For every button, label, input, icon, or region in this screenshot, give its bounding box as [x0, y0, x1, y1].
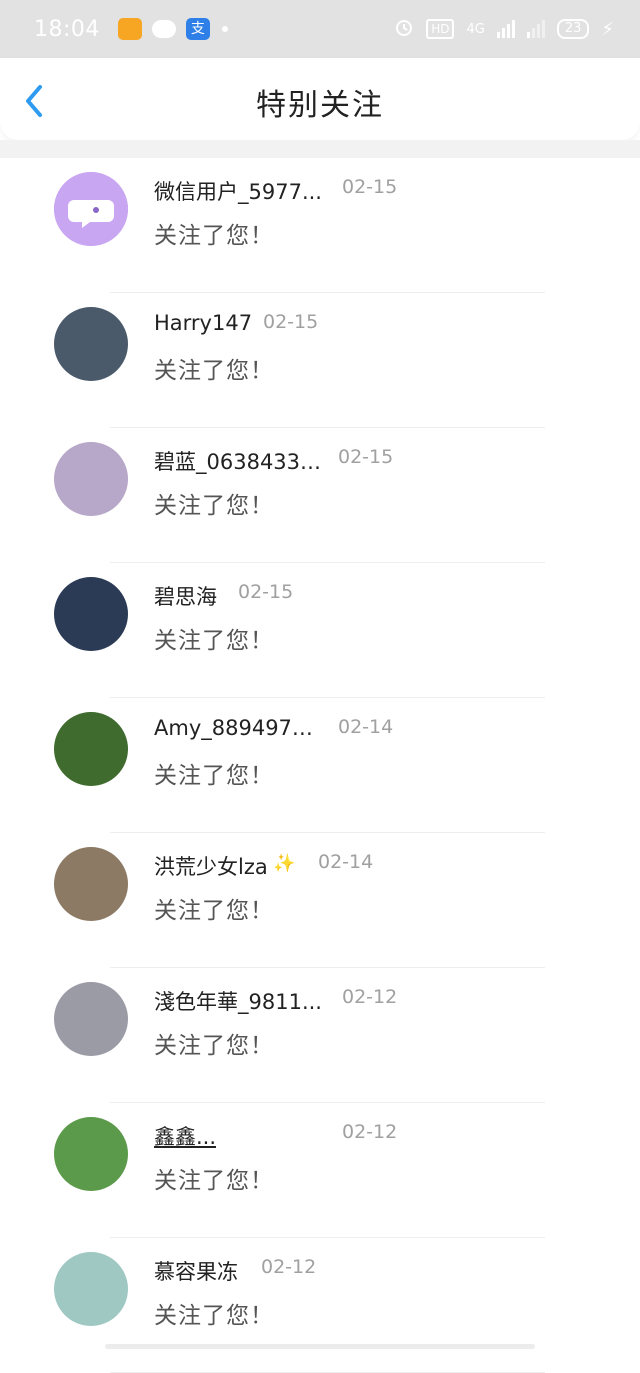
user-name[interactable]: 淺色年華_9811...: [154, 986, 322, 1016]
avatar[interactable]: [54, 442, 128, 516]
header-divider: [0, 140, 640, 158]
list-item[interactable]: 鑫鑫... 02-12 关注了您！: [0, 1103, 640, 1238]
status-indicators: HD 4G 23 ⚡: [394, 17, 614, 41]
follow-date: 02-14: [318, 851, 374, 873]
follow-message: 关注了您！: [154, 1303, 274, 1329]
avatar[interactable]: [54, 172, 128, 246]
signal-icon: [496, 20, 515, 38]
alipay-icon: 支: [185, 18, 210, 40]
follow-list: 微信用户_5977... 02-15 关注了您！ Harry147 02-15 关注了您！…: [0, 158, 640, 1373]
avatar[interactable]: [54, 982, 128, 1056]
status-time: 18:04: [34, 16, 100, 42]
follow-date: 02-15: [263, 311, 319, 333]
alarm-icon: [394, 17, 414, 41]
follow-date: 02-15: [338, 446, 394, 468]
follow-message: 关注了您！: [154, 898, 274, 924]
user-name[interactable]: 碧思海: [154, 581, 217, 611]
list-item[interactable]: 碧思海 02-15 关注了您！: [0, 563, 640, 698]
list-item[interactable]: 慕容果冻 02-12 关注了您！: [0, 1238, 640, 1373]
page-title: 特别关注: [256, 88, 384, 123]
follow-date: 02-15: [238, 581, 294, 603]
follow-message: 关注了您！: [154, 493, 274, 519]
charging-icon: ⚡: [601, 18, 614, 40]
follow-message: 关注了您！: [154, 358, 274, 384]
avatar[interactable]: [54, 577, 128, 651]
sparkle-icon: ✨: [273, 853, 296, 874]
list-item[interactable]: 洪荒少女lza ✨ 02-14 关注了您！: [0, 833, 640, 968]
hd-badge: HD: [426, 19, 455, 39]
user-name[interactable]: Harry147: [154, 311, 252, 335]
user-name[interactable]: 慕容果冻: [154, 1256, 238, 1286]
scroll-indicator: [105, 1344, 535, 1349]
avatar[interactable]: [54, 1117, 128, 1191]
follow-message: 关注了您！: [154, 1168, 274, 1194]
list-item[interactable]: Amy_889497604 02-14 关注了您！: [0, 698, 640, 833]
follow-message: 关注了您！: [154, 628, 274, 654]
weibo-icon: [117, 18, 142, 40]
list-item[interactable]: 碧蓝_063843390 02-15 关注了您！: [0, 428, 640, 563]
battery-icon: 23: [556, 19, 590, 39]
user-name[interactable]: 洪荒少女lza: [154, 851, 268, 881]
user-name[interactable]: Amy_889497604: [154, 716, 324, 740]
follow-message: 关注了您！: [154, 1033, 274, 1059]
follow-message: 关注了您！: [154, 223, 274, 249]
user-name[interactable]: 鑫鑫...: [154, 1121, 216, 1151]
follow-date: 02-14: [338, 716, 394, 738]
nav-bar: 特别关注: [0, 58, 640, 140]
list-item[interactable]: 微信用户_5977... 02-15 关注了您！: [0, 158, 640, 293]
follow-date: 02-12: [342, 1121, 398, 1143]
avatar[interactable]: [54, 1252, 128, 1326]
user-name[interactable]: 碧蓝_063843390: [154, 446, 324, 476]
notification-dot-icon: [221, 26, 228, 32]
follow-date: 02-12: [261, 1256, 317, 1278]
follow-date: 02-12: [342, 986, 398, 1008]
avatar[interactable]: [54, 847, 128, 921]
follow-message: 关注了您！: [154, 763, 274, 789]
network-label: 4G: [466, 21, 485, 37]
list-item[interactable]: 淺色年華_9811... 02-12 关注了您！: [0, 968, 640, 1103]
list-item[interactable]: Harry147 02-15 关注了您！: [0, 293, 640, 428]
status-bar: 18:04 支 HD 4G 23 ⚡: [0, 0, 640, 58]
follow-date: 02-15: [342, 176, 398, 198]
signal-2-icon: [526, 20, 545, 38]
user-name[interactable]: 微信用户_5977...: [154, 176, 322, 206]
avatar[interactable]: [54, 307, 128, 381]
wechat-icon: [151, 20, 176, 38]
avatar[interactable]: [54, 712, 128, 786]
